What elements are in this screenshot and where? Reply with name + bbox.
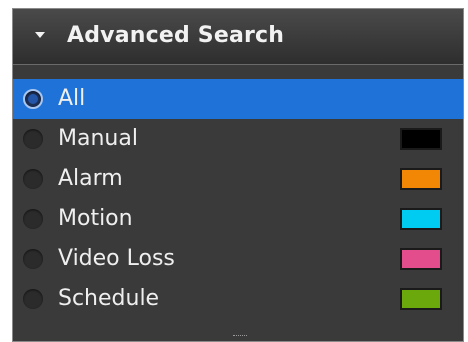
radio-motion[interactable] xyxy=(23,209,43,229)
filter-label-all: All xyxy=(58,86,86,111)
event-type-list: All Manual Alarm Motion Video Loss Sched… xyxy=(13,79,463,319)
radio-schedule[interactable] xyxy=(23,289,43,309)
advanced-search-panel: Advanced Search All Manual Alarm Motion … xyxy=(12,8,464,342)
filter-label-video-loss: Video Loss xyxy=(58,246,175,271)
color-swatch-video-loss xyxy=(400,248,442,270)
panel-title: Advanced Search xyxy=(67,23,285,48)
color-swatch-alarm xyxy=(400,168,442,190)
radio-manual[interactable] xyxy=(23,129,43,149)
radio-alarm[interactable] xyxy=(23,169,43,189)
filter-row-manual[interactable]: Manual xyxy=(13,119,463,159)
filter-row-motion[interactable]: Motion xyxy=(13,199,463,239)
filter-label-schedule: Schedule xyxy=(58,286,160,311)
filter-row-all[interactable]: All xyxy=(13,79,463,119)
resize-grip-icon[interactable] xyxy=(233,335,247,341)
panel-header[interactable]: Advanced Search xyxy=(13,9,463,65)
color-swatch-manual xyxy=(400,128,442,150)
radio-video-loss[interactable] xyxy=(23,249,43,269)
filter-label-motion: Motion xyxy=(58,206,133,231)
radio-all[interactable] xyxy=(23,89,43,109)
filter-row-video-loss[interactable]: Video Loss xyxy=(13,239,463,279)
filter-row-schedule[interactable]: Schedule xyxy=(13,279,463,319)
filter-label-alarm: Alarm xyxy=(58,166,123,191)
filter-row-alarm[interactable]: Alarm xyxy=(13,159,463,199)
filter-label-manual: Manual xyxy=(58,126,138,151)
caret-down-icon[interactable] xyxy=(33,28,47,42)
color-swatch-motion xyxy=(400,208,442,230)
color-swatch-schedule xyxy=(400,288,442,310)
